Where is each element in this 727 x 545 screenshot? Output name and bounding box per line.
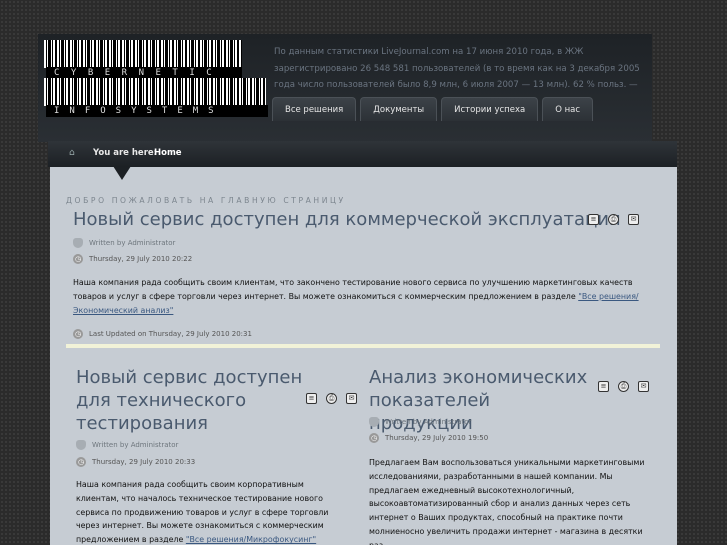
email-icon[interactable]: ✉ bbox=[346, 393, 357, 404]
clock-icon: ◷ bbox=[76, 457, 86, 467]
breadcrumb: ⌂ You are here: Home bbox=[48, 141, 677, 167]
site-logo[interactable]: CYBERNETIC INFOSYSTEMS bbox=[44, 40, 268, 118]
right-article-author: Written by Administrator bbox=[369, 417, 471, 427]
email-icon[interactable]: ✉ bbox=[638, 381, 649, 392]
article-separator bbox=[66, 344, 660, 348]
clock-icon: ◷ bbox=[73, 254, 83, 264]
pdf-icon[interactable]: ≡ bbox=[588, 214, 599, 225]
lead-article-tools: ≡ ⎙ ✉ bbox=[588, 214, 639, 225]
left-article-author: Written by Administrator bbox=[76, 440, 178, 450]
pdf-icon[interactable]: ≡ bbox=[598, 381, 609, 392]
pdf-icon[interactable]: ≡ bbox=[306, 393, 317, 404]
clock-icon: ◷ bbox=[369, 433, 379, 443]
main-nav: Все решения Документы Истории успеха О н… bbox=[272, 97, 594, 121]
logo-barcode-bottom bbox=[44, 78, 266, 106]
lead-article-title[interactable]: Новый сервис доступен для коммерческой э… bbox=[73, 208, 621, 231]
clock-icon: ◷ bbox=[73, 329, 83, 339]
left-article-title[interactable]: Новый сервис доступен для технического т… bbox=[76, 366, 304, 435]
lead-article-body: Наша компания рада сообщить своим клиент… bbox=[73, 278, 639, 315]
user-icon bbox=[73, 238, 83, 248]
main-content: ДОБРО ПОЖАЛОВАТЬ НА ГЛАВНУЮ СТРАНИЦУ Нов… bbox=[50, 167, 677, 545]
breadcrumb-label: You are here: bbox=[93, 148, 158, 158]
email-icon[interactable]: ✉ bbox=[628, 214, 639, 225]
print-icon[interactable]: ⎙ bbox=[618, 381, 629, 392]
print-icon[interactable]: ⎙ bbox=[608, 214, 619, 225]
nav-about[interactable]: О нас bbox=[542, 97, 594, 121]
welcome-heading: ДОБРО ПОЖАЛОВАТЬ НА ГЛАВНУЮ СТРАНИЦУ bbox=[66, 196, 346, 205]
nav-all-solutions[interactable]: Все решения bbox=[272, 97, 357, 121]
lead-article-updated: ◷ Last Updated on Thursday, 29 July 2010… bbox=[73, 329, 252, 339]
right-article-tools: ≡ ⎙ ✉ bbox=[598, 381, 649, 392]
logo-barcode-top bbox=[44, 40, 242, 68]
left-article-date: ◷ Thursday, 29 July 2010 20:33 bbox=[76, 457, 196, 467]
breadcrumb-pointer bbox=[113, 166, 131, 180]
home-icon[interactable]: ⌂ bbox=[69, 148, 81, 158]
nav-documents[interactable]: Документы bbox=[360, 97, 438, 121]
left-article-link[interactable]: "Все решения/Микрофокусинг" bbox=[186, 535, 316, 544]
right-article-date: ◷ Thursday, 29 July 2010 19:50 bbox=[369, 433, 489, 443]
right-article-body: Предлагаем Вам воспользоваться уникальны… bbox=[369, 458, 645, 545]
left-article-body: Наша компания рада сообщить своим корпор… bbox=[76, 480, 329, 545]
print-icon[interactable]: ⎙ bbox=[326, 393, 337, 404]
nav-success-stories[interactable]: Истории успеха bbox=[441, 97, 539, 121]
lead-article-author: Written by Administrator bbox=[73, 238, 175, 248]
left-article-tools: ≡ ⎙ ✉ bbox=[306, 393, 357, 404]
lead-article-date: ◷ Thursday, 29 July 2010 20:22 bbox=[73, 254, 193, 264]
user-icon bbox=[369, 417, 379, 427]
logo-word-infosystems: INFOSYSTEMS bbox=[46, 105, 268, 117]
breadcrumb-current[interactable]: Home bbox=[154, 148, 182, 158]
user-icon bbox=[76, 440, 86, 450]
